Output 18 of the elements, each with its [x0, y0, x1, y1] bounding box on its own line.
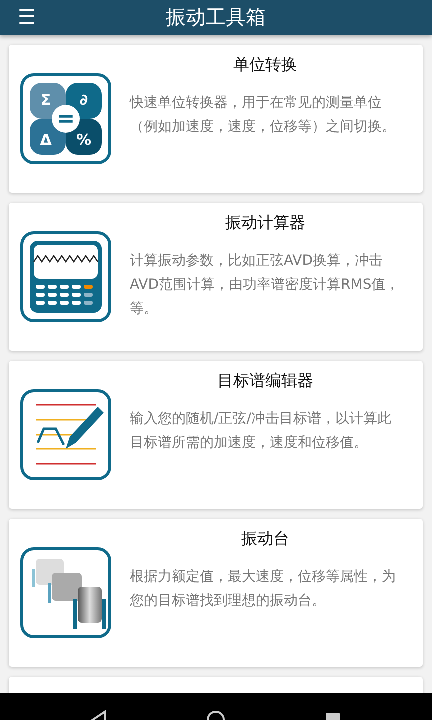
card-description: 根据力额定值，最大速度，位移等属性，为您的目标谱找到理想的振动台。 [130, 568, 397, 611]
tool-card[interactable]: 目标谱编辑器 输入您的随机/正弦/冲击目标谱，以计算此目标谱所需的加速度，速度和位移值。 [9, 361, 423, 509]
card-description: 快速单位转换器，用于在常见的测量单位（例如加速度，速度，位移等）之间切换。 [130, 94, 397, 137]
card-description: 输入您的随机/正弦/冲击目标谱，以计算此目标谱所需的加速度，速度和位移值。 [130, 410, 392, 453]
calculator-symbols-icon: Σ ∂ Δ % = [20, 73, 112, 165]
tool-card[interactable]: 振动台 根据力额定值，最大速度，位移等属性，为您的目标谱找到理想的振动台。 [9, 519, 423, 667]
tool-card[interactable]: 振动计算器 计算振动参数，比如正弦AVD换算，冲击AVD范围计算，由功率谱密度计算RMS值，等。 [9, 203, 423, 351]
card-title: 振动台 [240, 528, 290, 550]
card-title: 振动计算器 [224, 212, 306, 234]
chart-pencil-icon [20, 389, 112, 481]
card-title: 目标谱编辑器 [216, 370, 314, 392]
tool-card[interactable]: Σ ∂ Δ % = 单位转换 快速单位转换器，用于在常见的测量单位（例如加速度，速度，位移等）之间切换。 [9, 45, 423, 193]
app-title: 振动工具箱 [166, 5, 266, 29]
menu-button[interactable]: ☰ [0, 2, 36, 32]
card-description: 计算振动参数，比如正弦AVD换算，冲击AVD范围计算，由功率谱密度计算RMS值，等。 [130, 252, 401, 319]
card-title: 单位转换 [232, 54, 298, 76]
shaker-icon [20, 547, 112, 639]
calculator-icon [20, 231, 112, 323]
